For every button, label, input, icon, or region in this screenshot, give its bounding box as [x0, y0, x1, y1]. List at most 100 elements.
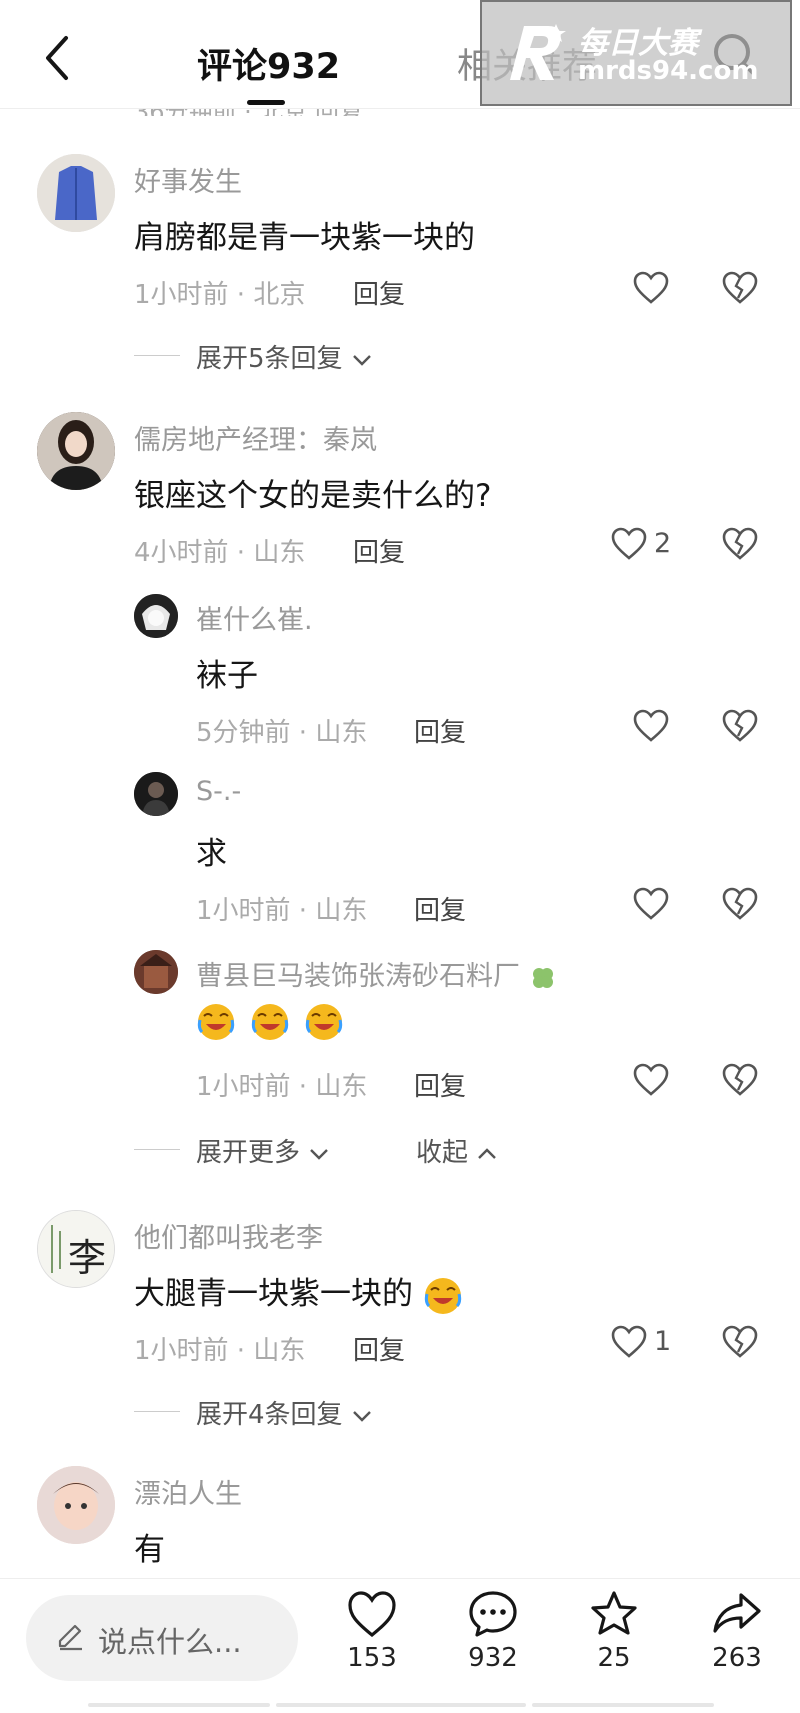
avatar-baby-icon: [37, 1466, 115, 1544]
comment-username[interactable]: 漂泊人生: [134, 1472, 242, 1511]
expand-more-button[interactable]: 展开更多: [196, 1132, 330, 1169]
expand-replies-button[interactable]: 展开5条回复: [196, 338, 373, 375]
reply-meta: 5分钟前 · 山东: [196, 718, 368, 748]
bottom-action-bar: 说点什么... 153 932 25 263: [0, 1578, 800, 1713]
share-action-button[interactable]: 263: [692, 1589, 782, 1673]
avatar[interactable]: [37, 412, 115, 490]
chevron-down-icon: [352, 1411, 371, 1422]
like-icon[interactable]: [611, 1324, 647, 1360]
reply-text: 求: [196, 836, 227, 872]
avatar-building-icon: [134, 950, 178, 994]
chevron-down-icon: [310, 1149, 329, 1160]
reply-meta: 1小时前 · 山东: [196, 1072, 368, 1102]
like-icon[interactable]: [633, 270, 669, 306]
laugh-cry-emoji-icon: [305, 1004, 342, 1040]
clover-icon: [532, 967, 553, 988]
laugh-cry-emoji-icon: [251, 1004, 289, 1040]
pencil-icon: [58, 1624, 82, 1651]
reply-button[interactable]: 回复: [353, 1330, 405, 1367]
watermark-logo-icon: [510, 24, 566, 80]
chevron-up-icon: [478, 1148, 497, 1159]
comment-username[interactable]: 儒房地产经理：秦岚: [134, 418, 377, 457]
avatar[interactable]: [134, 950, 178, 994]
avatar[interactable]: [37, 154, 115, 232]
dislike-icon[interactable]: [722, 526, 758, 562]
like-action-button[interactable]: 153: [327, 1589, 417, 1673]
heart-icon: [348, 1591, 396, 1638]
like-icon[interactable]: [633, 886, 669, 922]
comment-text: 银座这个女的是卖什么的?: [134, 478, 492, 514]
reply-button[interactable]: 回复: [353, 274, 405, 311]
reply-username-text: 曹县巨马装饰张涛砂石料厂: [196, 961, 520, 992]
avatar-portrait-icon: [37, 412, 115, 490]
share-arrow-icon: [713, 1593, 761, 1633]
comment-input-placeholder: 说点什么...: [98, 1625, 242, 1659]
avatar-anime-icon: [134, 594, 178, 638]
comment-action-button[interactable]: 932: [448, 1589, 538, 1673]
avatar-dark-icon: [134, 772, 178, 816]
comment-list[interactable]: 好事发生 肩膀都是青一块紫一块的 1小时前 · 北京 回复 展开5条回复 儒房地…: [0, 108, 800, 1578]
dislike-icon[interactable]: [722, 1324, 758, 1360]
reply-meta: 1小时前 · 山东: [196, 896, 368, 926]
comment-bubble-icon: [469, 1591, 517, 1637]
reply-username[interactable]: 崔什么崔.: [196, 598, 313, 637]
divider: [134, 1411, 180, 1412]
reply-text: 袜子: [196, 658, 258, 694]
chevron-down-icon: [352, 355, 371, 366]
reply-button[interactable]: 回复: [414, 712, 466, 749]
dislike-icon[interactable]: [722, 886, 758, 922]
avatar[interactable]: 李: [37, 1210, 115, 1288]
comment-text: 肩膀都是青一块紫一块的: [134, 220, 475, 256]
favorite-count: 25: [597, 1643, 631, 1673]
avatar[interactable]: [37, 1466, 115, 1544]
collapse-label: 收起: [416, 1138, 469, 1168]
dislike-icon[interactable]: [722, 708, 758, 744]
avatar[interactable]: [134, 772, 178, 816]
divider: [134, 1149, 180, 1150]
comment-meta: 4小时前 · 山东: [134, 538, 306, 568]
like-count: 153: [347, 1643, 397, 1673]
share-count: 263: [712, 1643, 762, 1673]
comment-text: 有: [134, 1532, 165, 1568]
comment-text: 大腿青一块紫一块的: [134, 1268, 467, 1316]
comment-username[interactable]: 他们都叫我老李: [134, 1216, 323, 1255]
collapse-button[interactable]: 收起: [416, 1132, 498, 1169]
like-icon[interactable]: [633, 708, 669, 744]
star-icon: [591, 1591, 637, 1635]
reply-username[interactable]: 曹县巨马装饰张涛砂石料厂: [196, 954, 557, 993]
expand-label: 展开4条回复: [196, 1400, 343, 1430]
avatar-text: 李: [68, 1236, 107, 1280]
home-indicator: [276, 1703, 526, 1707]
home-indicator: [532, 1703, 714, 1707]
like-count: 1: [654, 1326, 672, 1357]
laugh-cry-emoji-icon: [424, 1277, 462, 1314]
avatar[interactable]: [134, 594, 178, 638]
watermark-url: mrds94.com: [578, 56, 759, 86]
watermark: 每日大赛 mrds94.com: [480, 0, 792, 106]
reply-username[interactable]: S-.-: [196, 776, 241, 807]
expand-replies-button[interactable]: 展开4条回复: [196, 1394, 373, 1431]
dislike-icon[interactable]: [722, 270, 758, 306]
comment-meta: 1小时前 · 北京: [134, 280, 306, 310]
comment-input[interactable]: 说点什么...: [26, 1595, 298, 1681]
reply-button[interactable]: 回复: [353, 532, 405, 569]
home-indicator: [88, 1703, 270, 1707]
reply-emoji-row: [196, 1002, 348, 1042]
comment-count: 932: [468, 1643, 518, 1673]
reply-button[interactable]: 回复: [414, 890, 466, 927]
expand-label: 展开5条回复: [196, 344, 343, 374]
like-icon[interactable]: [633, 1062, 669, 1098]
like-count: 2: [654, 528, 672, 559]
back-arrow-icon[interactable]: [38, 30, 78, 86]
comment-meta: 1小时前 · 山东: [134, 1336, 306, 1366]
favorite-action-button[interactable]: 25: [569, 1589, 659, 1673]
comment-text-body: 大腿青一块紫一块的: [134, 1276, 413, 1312]
comment-username[interactable]: 好事发生: [134, 160, 242, 199]
divider: [134, 355, 180, 356]
dislike-icon[interactable]: [722, 1062, 758, 1098]
expand-more-label: 展开更多: [196, 1138, 301, 1168]
reply-button[interactable]: 回复: [414, 1066, 466, 1103]
like-icon[interactable]: [611, 526, 647, 562]
active-tab-indicator: [247, 100, 285, 105]
tab-comments[interactable]: 评论932: [197, 38, 340, 89]
